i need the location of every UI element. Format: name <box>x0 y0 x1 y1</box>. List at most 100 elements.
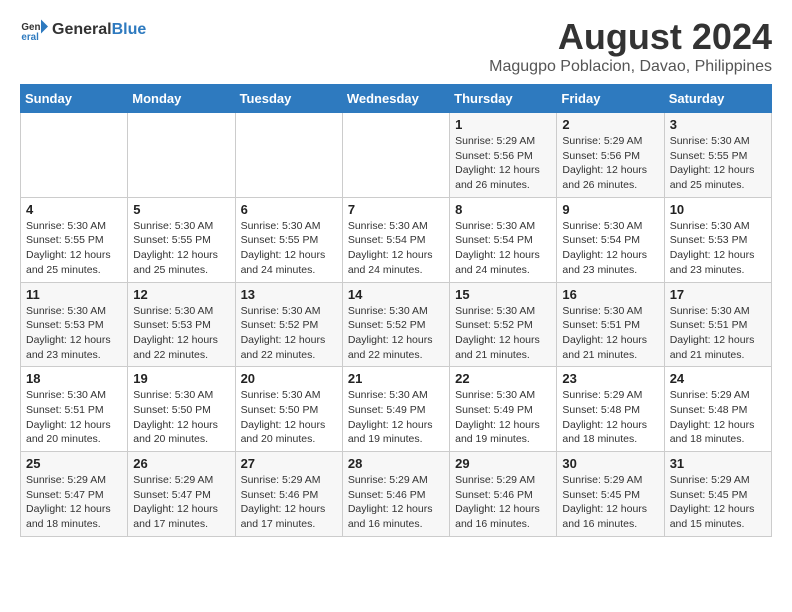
cell-w4-d7: 24 Sunrise: 5:29 AM Sunset: 5:48 PM Dayli… <box>664 367 771 452</box>
day-number-31: 31 <box>670 456 766 471</box>
week-row-1: 1Sunrise: 5:29 AM Sunset: 5:56 PM Daylig… <box>21 113 772 198</box>
day-info-24: Sunrise: 5:29 AM Sunset: 5:48 PM Dayligh… <box>670 388 766 447</box>
day-info-6: Sunrise: 5:30 AM Sunset: 5:55 PM Dayligh… <box>241 219 337 278</box>
week-row-2: 4 Sunrise: 5:30 AM Sunset: 5:55 PM Daylig… <box>21 197 772 282</box>
day-info-3: Sunrise: 5:30 AM Sunset: 5:55 PM Dayligh… <box>670 134 766 193</box>
cell-w3-d1: 11Sunrise: 5:30 AM Sunset: 5:53 PM Dayli… <box>21 282 128 367</box>
cell-w1-d7: 3 Sunrise: 5:30 AM Sunset: 5:55 PM Daylig… <box>664 113 771 198</box>
day-number-5: 5 <box>133 202 229 217</box>
day-number-21: 21 <box>348 371 444 386</box>
col-wednesday: Wednesday <box>342 85 449 113</box>
cell-w5-d7: 31 Sunrise: 5:29 AM Sunset: 5:45 PM Dayli… <box>664 452 771 537</box>
day-info-18: Sunrise: 5:30 AM Sunset: 5:51 PM Dayligh… <box>26 388 122 447</box>
cell-w4-d4: 21Sunrise: 5:30 AM Sunset: 5:49 PM Dayli… <box>342 367 449 452</box>
day-info-9: Sunrise: 5:30 AM Sunset: 5:54 PM Dayligh… <box>562 219 658 278</box>
col-saturday: Saturday <box>664 85 771 113</box>
day-info-1: Sunrise: 5:29 AM Sunset: 5:56 PM Dayligh… <box>455 134 551 193</box>
cell-w3-d4: 14 Sunrise: 5:30 AM Sunset: 5:52 PM Dayli… <box>342 282 449 367</box>
day-info-31: Sunrise: 5:29 AM Sunset: 5:45 PM Dayligh… <box>670 473 766 532</box>
day-number-15: 15 <box>455 287 551 302</box>
cell-w4-d2: 19 Sunrise: 5:30 AM Sunset: 5:50 PM Dayli… <box>128 367 235 452</box>
day-number-19: 19 <box>133 371 229 386</box>
cell-w2-d3: 6Sunrise: 5:30 AM Sunset: 5:55 PM Daylig… <box>235 197 342 282</box>
cell-w5-d1: 25Sunrise: 5:29 AM Sunset: 5:47 PM Dayli… <box>21 452 128 537</box>
day-number-4: 4 <box>26 202 122 217</box>
cell-w1-d1 <box>21 113 128 198</box>
day-info-20: Sunrise: 5:30 AM Sunset: 5:50 PM Dayligh… <box>241 388 337 447</box>
day-number-8: 8 <box>455 202 551 217</box>
day-number-10: 10 <box>670 202 766 217</box>
day-info-19: Sunrise: 5:30 AM Sunset: 5:50 PM Dayligh… <box>133 388 229 447</box>
cell-w2-d5: 8 Sunrise: 5:30 AM Sunset: 5:54 PM Daylig… <box>450 197 557 282</box>
day-info-2: Sunrise: 5:29 AM Sunset: 5:56 PM Dayligh… <box>562 134 658 193</box>
cell-w5-d5: 29Sunrise: 5:29 AM Sunset: 5:46 PM Dayli… <box>450 452 557 537</box>
day-info-28: Sunrise: 5:29 AM Sunset: 5:46 PM Dayligh… <box>348 473 444 532</box>
cell-w3-d2: 12 Sunrise: 5:30 AM Sunset: 5:53 PM Dayli… <box>128 282 235 367</box>
cell-w5-d6: 30 Sunrise: 5:29 AM Sunset: 5:45 PM Dayli… <box>557 452 664 537</box>
day-number-14: 14 <box>348 287 444 302</box>
day-number-17: 17 <box>670 287 766 302</box>
day-info-29: Sunrise: 5:29 AM Sunset: 5:46 PM Dayligh… <box>455 473 551 532</box>
day-info-16: Sunrise: 5:30 AM Sunset: 5:51 PM Dayligh… <box>562 304 658 363</box>
week-row-3: 11 Sunrise: 5:30 AM Sunset: 5:53 PM Dayli… <box>21 282 772 367</box>
svg-text:eral: eral <box>21 32 39 43</box>
cell-w1-d4 <box>342 113 449 198</box>
day-number-24: 24 <box>670 371 766 386</box>
col-tuesday: Tuesday <box>235 85 342 113</box>
cell-w2-d4: 7Sunrise: 5:30 AM Sunset: 5:54 PM Daylig… <box>342 197 449 282</box>
day-number-12: 12 <box>133 287 229 302</box>
day-info-14: Sunrise: 5:30 AM Sunset: 5:52 PM Dayligh… <box>348 304 444 363</box>
day-number-25: 25 <box>26 456 122 471</box>
week-row-4: 18Sunrise: 5:30 AM Sunset: 5:51 PM Dayli… <box>21 367 772 452</box>
day-info-12: Sunrise: 5:30 AM Sunset: 5:53 PM Dayligh… <box>133 304 229 363</box>
cell-w3-d7: 17 Sunrise: 5:30 AM Sunset: 5:51 PM Dayli… <box>664 282 771 367</box>
cell-w5-d4: 28Sunrise: 5:29 AM Sunset: 5:46 PM Dayli… <box>342 452 449 537</box>
cell-w3-d5: 15 Sunrise: 5:30 AM Sunset: 5:52 PM Dayli… <box>450 282 557 367</box>
cell-w4-d1: 18Sunrise: 5:30 AM Sunset: 5:51 PM Dayli… <box>21 367 128 452</box>
col-sunday: Sunday <box>21 85 128 113</box>
day-info-5: Sunrise: 5:30 AM Sunset: 5:55 PM Dayligh… <box>133 219 229 278</box>
header-row: Sunday Monday Tuesday Wednesday Thursday… <box>21 85 772 113</box>
day-info-17: Sunrise: 5:30 AM Sunset: 5:51 PM Dayligh… <box>670 304 766 363</box>
day-info-8: Sunrise: 5:30 AM Sunset: 5:54 PM Dayligh… <box>455 219 551 278</box>
day-info-10: Sunrise: 5:30 AM Sunset: 5:53 PM Dayligh… <box>670 219 766 278</box>
cell-w2-d6: 9 Sunrise: 5:30 AM Sunset: 5:54 PM Daylig… <box>557 197 664 282</box>
day-number-3: 3 <box>670 117 766 132</box>
cell-w5-d3: 27Sunrise: 5:29 AM Sunset: 5:46 PM Dayli… <box>235 452 342 537</box>
calendar-table: Sunday Monday Tuesday Wednesday Thursday… <box>20 84 772 537</box>
day-number-13: 13 <box>241 287 337 302</box>
cell-w1-d6: 2Sunrise: 5:29 AM Sunset: 5:56 PM Daylig… <box>557 113 664 198</box>
col-monday: Monday <box>128 85 235 113</box>
day-info-26: Sunrise: 5:29 AM Sunset: 5:47 PM Dayligh… <box>133 473 229 532</box>
day-info-30: Sunrise: 5:29 AM Sunset: 5:45 PM Dayligh… <box>562 473 658 532</box>
day-number-30: 30 <box>562 456 658 471</box>
day-number-9: 9 <box>562 202 658 217</box>
day-number-11: 11 <box>26 287 122 302</box>
logo-blue-text: Blue <box>112 21 147 38</box>
header: Gen eral GeneralBlue August 2024 Magugpo… <box>20 16 772 76</box>
main-title: August 2024 <box>489 16 772 58</box>
day-info-4: Sunrise: 5:30 AM Sunset: 5:55 PM Dayligh… <box>26 219 122 278</box>
cell-w5-d2: 26 Sunrise: 5:29 AM Sunset: 5:47 PM Dayli… <box>128 452 235 537</box>
cell-w2-d1: 4 Sunrise: 5:30 AM Sunset: 5:55 PM Daylig… <box>21 197 128 282</box>
sub-title: Magugpo Poblacion, Davao, Philippines <box>489 58 772 76</box>
logo: Gen eral GeneralBlue <box>20 16 146 44</box>
day-info-23: Sunrise: 5:29 AM Sunset: 5:48 PM Dayligh… <box>562 388 658 447</box>
day-number-22: 22 <box>455 371 551 386</box>
day-info-22: Sunrise: 5:30 AM Sunset: 5:49 PM Dayligh… <box>455 388 551 447</box>
day-number-20: 20 <box>241 371 337 386</box>
cell-w1-d5: 1Sunrise: 5:29 AM Sunset: 5:56 PM Daylig… <box>450 113 557 198</box>
day-number-23: 23 <box>562 371 658 386</box>
cell-w2-d7: 10 Sunrise: 5:30 AM Sunset: 5:53 PM Dayli… <box>664 197 771 282</box>
cell-w4-d3: 20 Sunrise: 5:30 AM Sunset: 5:50 PM Dayli… <box>235 367 342 452</box>
cell-w1-d3 <box>235 113 342 198</box>
cell-w3-d3: 13 Sunrise: 5:30 AM Sunset: 5:52 PM Dayli… <box>235 282 342 367</box>
cell-w4-d5: 22 Sunrise: 5:30 AM Sunset: 5:49 PM Dayli… <box>450 367 557 452</box>
day-number-26: 26 <box>133 456 229 471</box>
cell-w2-d2: 5 Sunrise: 5:30 AM Sunset: 5:55 PM Daylig… <box>128 197 235 282</box>
day-info-7: Sunrise: 5:30 AM Sunset: 5:54 PM Dayligh… <box>348 219 444 278</box>
col-thursday: Thursday <box>450 85 557 113</box>
day-info-15: Sunrise: 5:30 AM Sunset: 5:52 PM Dayligh… <box>455 304 551 363</box>
day-number-16: 16 <box>562 287 658 302</box>
day-info-13: Sunrise: 5:30 AM Sunset: 5:52 PM Dayligh… <box>241 304 337 363</box>
